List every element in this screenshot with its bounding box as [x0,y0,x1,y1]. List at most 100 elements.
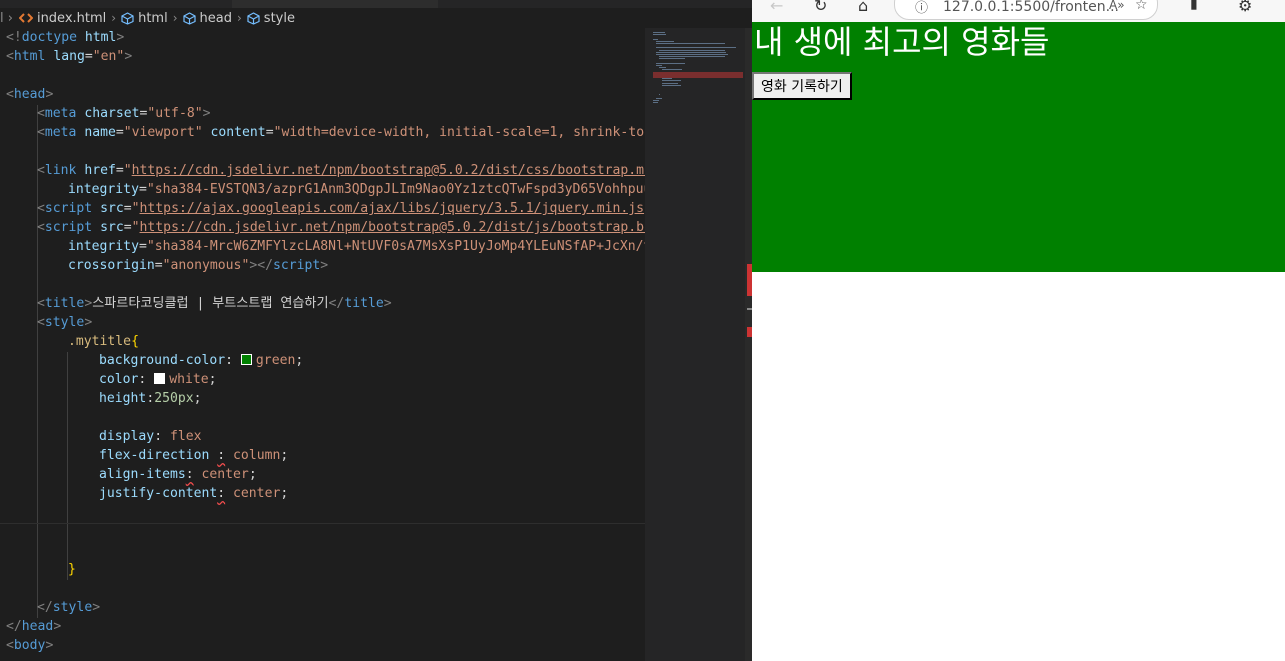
code-line[interactable]: integrity="sha384-MrcW6ZMFYlzcLA8Nl+NtUV… [68,237,645,256]
code-line[interactable]: background-color: green; [99,351,303,370]
code-line[interactable]: <meta charset="utf-8"> [37,104,210,123]
breadcrumb-item-style[interactable]: style [264,11,295,26]
code-token: = [123,201,132,216]
refresh-icon[interactable]: ↻ [814,0,827,15]
code-token: name [84,125,116,140]
code-line[interactable]: color: white; [99,370,217,389]
code-line[interactable]: crossorigin="anonymous"></script> [68,256,328,275]
code-token: = [115,125,124,140]
code-token: center [201,467,249,482]
element-cube-icon [182,11,196,25]
add-favorite-icon[interactable]: ☆ [1135,0,1148,13]
address-bar[interactable]: ⓘ 127.0.0.1:5500/fronten... A» ☆ [894,0,1158,20]
code-token: "utf-8" [147,106,203,121]
code-token: "en" [92,49,125,64]
code-line[interactable]: align-items: center; [99,465,257,484]
code-line[interactable]: <title>스파르타코딩클럽 | 부트스트랩 연습하기</title> [37,294,392,313]
code-token: 스파르타코딩클럽 | 부트스트랩 연습하기 [92,296,329,311]
back-arrow-icon[interactable]: ← [770,0,783,15]
code-token: : [217,448,226,463]
minimap-line [662,82,678,84]
breadcrumb-item-html[interactable]: html [138,11,168,26]
code-token: display [99,429,155,444]
code-token: html [13,49,46,64]
code-token: < [6,87,14,102]
code-line[interactable]: <script src="https://ajax.googleapis.com… [37,199,645,218]
minimap-line [653,102,658,104]
code-token: https://cdn.jsdelivr.net/npm/bootstrap@5… [139,220,645,235]
code-token: "width=device-width, initial-scale=1, sh… [273,125,645,140]
color-swatch-icon[interactable] [154,373,166,384]
element-cube-icon [121,11,134,25]
code-token: " [131,201,140,216]
code-token: > [383,296,392,311]
code-token: : [154,429,170,444]
code-line[interactable]: <link href="https://cdn.jsdelivr.net/npm… [37,161,645,180]
breadcrumb-file[interactable]: index.html [37,11,106,26]
code-token: < [37,296,45,311]
code-line[interactable]: <style> [37,313,92,332]
breadcrumb: l › index.html › html › head › style [0,8,752,28]
code-token: > [92,600,101,615]
home-icon[interactable]: ⌂ [858,0,868,15]
code-editor[interactable]: l › index.html › html › head › style <!d… [0,0,752,661]
code-token: color [99,372,139,387]
code-token: ; [295,353,304,368]
code-line[interactable]: </style> [37,598,100,617]
code-line[interactable]: </head> [6,617,61,636]
code-token: script [272,258,321,273]
code-token: ; [208,372,217,387]
code-token: > [116,30,125,45]
code-line[interactable]: flex-direction : column; [99,446,288,465]
code-token: = [123,220,132,235]
minimap-line [653,34,666,36]
puzzle-icon[interactable]: ⚙ [1238,0,1252,15]
code-line[interactable]: <head> [6,85,53,104]
code-token: <! [6,30,22,45]
code-line[interactable]: display: flex [99,427,202,446]
code-line[interactable]: <html lang="en"> [6,47,132,66]
code-line[interactable]: integrity="sha384-EVSTQN3/azprG1Anm3QDgp… [68,180,645,199]
breadcrumb-item-head[interactable]: head [200,11,232,26]
minimap-error-highlight [653,72,743,78]
read-aloud-icon[interactable]: A» [1109,0,1125,12]
code-token: ; [280,448,289,463]
code-token: } [68,562,76,577]
info-icon[interactable]: ⓘ [915,0,928,16]
code-line[interactable]: <script src="https://cdn.jsdelivr.net/np… [37,218,645,237]
code-line[interactable]: } [68,560,76,579]
code-line[interactable]: <meta name="viewport" content="width=dev… [37,123,645,142]
code-token: ></ [249,258,273,273]
code-line[interactable]: <body> [6,636,53,655]
code-token: charset [84,106,140,121]
record-movie-button[interactable]: 영화 기록하기 [752,72,852,100]
code-token: " [123,163,132,178]
current-line-highlight [0,523,645,524]
color-swatch-icon[interactable] [240,354,252,365]
minimap[interactable] [645,28,747,661]
url-text[interactable]: 127.0.0.1:5500/fronten... [943,0,1119,15]
minimap-line [656,40,674,42]
breadcrumb-separator: › [236,11,242,25]
code-line[interactable]: height:250px; [99,389,202,408]
code-token: head [21,619,54,634]
code-token: ; [193,391,202,406]
active-tab[interactable] [232,0,438,8]
title-banner: 내 생에 최고의 영화들 영화 기록하기 [752,22,1285,272]
code-line[interactable]: <!doctype html> [6,28,124,47]
code-line[interactable]: .mytitle{ [68,332,139,351]
code-token: = [138,182,147,197]
code-line[interactable]: justify-content: center; [99,484,288,503]
extensions-icon[interactable]: ▮ [1190,0,1198,12]
code-token: link [44,163,77,178]
code-token: "sha384-EVSTQN3/azprG1Anm3QDgpJLIm9Nao0Y… [146,182,645,197]
code-token: style [44,315,85,330]
code-area[interactable]: <!doctype html> <html lang="en"> <head> <me… [0,28,645,661]
vertical-scrollbar[interactable] [745,28,752,661]
code-token: > [53,619,62,634]
code-token: = [154,258,163,273]
code-token: integrity [68,182,139,197]
